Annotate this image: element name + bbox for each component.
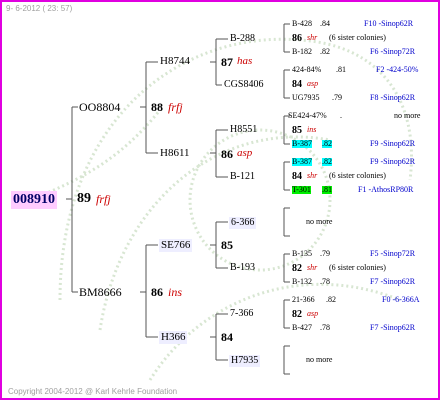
gen2-tag-0: has [237, 55, 253, 67]
gen4-src-4: no more [394, 111, 421, 120]
gen4-name-4[interactable]: SE424-47% [288, 112, 327, 120]
gen4-name-1[interactable]: B-182 [292, 48, 312, 56]
gen4-name-0[interactable]: B-428 [292, 20, 312, 28]
gen3-tag-6: asp [307, 309, 319, 318]
gen3-name-5[interactable]: B-193 [230, 263, 255, 273]
gen2-name-3[interactable]: H366 [159, 331, 188, 344]
gen2-num-0: 87 [221, 55, 233, 69]
gen2-tag-1: asp [237, 147, 253, 159]
date-stamp: 9- 6-2012 ( 23: 57) [6, 4, 73, 13]
gen4-src-6: F9 -Sinop62R [370, 157, 416, 166]
gen4-name-11[interactable]: 21-366 [292, 296, 315, 304]
gen4-src-1: F6 -Sinop72R [370, 47, 416, 56]
gen2-name-2[interactable]: SE766 [159, 239, 193, 252]
gen2-num-1: 86 [221, 147, 233, 161]
gen4-name-6[interactable]: B-387 [292, 158, 312, 166]
gen3-note-0: (6 sister colonies) [329, 33, 386, 42]
gen4-name-2[interactable]: 424-84% [292, 66, 321, 74]
gen4-val-6: .82 [322, 157, 332, 166]
root-name[interactable]: 008910 [11, 191, 57, 209]
gen4-val-3: .79 [332, 93, 342, 102]
gen3-name-7[interactable]: H7935 [229, 355, 261, 367]
gen4-src-9: F5 -Sinop72R [370, 249, 416, 258]
gen3-num-6: 82 [292, 309, 302, 320]
gen3-name-3[interactable]: B-121 [230, 172, 255, 182]
gen4-val-7: .81 [322, 185, 332, 194]
gen4-nomore-0: no more [306, 217, 333, 226]
gen4-val-4: . [340, 111, 342, 120]
gen3-name-4[interactable]: 6-366 [229, 217, 257, 229]
gen3-note-5: (6 sister colonies) [329, 263, 386, 272]
gen2-name-1[interactable]: H8611 [160, 148, 190, 159]
gen3-num-2: 85 [292, 125, 302, 136]
pedigree-lines [66, 23, 290, 375]
gen4-src-5: F9 -Sinop62R [370, 139, 416, 148]
gen1-name-1[interactable]: BM8666 [79, 286, 122, 298]
gen3-tag-2: ins [307, 125, 317, 134]
gen1-num-1: 86 [151, 285, 163, 299]
gen2-num-3: 84 [221, 330, 233, 344]
gen4-val-10: .78 [320, 277, 330, 286]
gen4-val-12: .78 [320, 323, 330, 332]
gen4-src-12: F7 -Sinop62R [370, 323, 416, 332]
gen1-num-0: 88 [151, 100, 163, 114]
gen3-note-3: (6 sister colonies) [329, 171, 386, 180]
copyright: Copyright 2004-2012 @ Karl Kehrle Founda… [8, 387, 178, 396]
gen1-tag-0: frfj [168, 100, 183, 114]
gen3-name-0[interactable]: B-288 [230, 34, 255, 44]
gen4-src-10: F7 -Sinop62R [370, 277, 416, 286]
gen4-src-11: F0 -6-366A [382, 295, 420, 304]
gen3-num-5: 82 [292, 263, 302, 274]
gen3-tag-3: shr [307, 171, 318, 180]
gen3-tag-5: shr [307, 263, 318, 272]
gen2-name-0[interactable]: H8744 [160, 56, 190, 67]
gen4-name-10[interactable]: B-132 [292, 278, 312, 286]
gen3-num-0: 86 [292, 33, 302, 44]
gen4-nomore-1: no more [306, 355, 333, 364]
gen4-name-9[interactable]: B-135 [292, 250, 312, 258]
gen4-val-5: .82 [322, 139, 332, 148]
gen3-name-2[interactable]: H8551 [230, 125, 257, 135]
gen4-val-2: .81 [336, 65, 346, 74]
gen4-src-3: F8 -Sinop62R [370, 93, 416, 102]
gen4-name-7[interactable]: T-301 [292, 186, 311, 194]
gen3-name-1[interactable]: CGS8406 [224, 80, 263, 90]
gen3-tag-1: asp [307, 79, 319, 88]
gen3-num-3: 84 [292, 171, 302, 182]
gen4-val-11: .82 [326, 295, 336, 304]
gen4-name-5[interactable]: B-387 [292, 140, 312, 148]
gen1-name-0[interactable]: OO8804 [79, 101, 120, 113]
gen4-val-0: .84 [320, 19, 330, 28]
gen4-val-1: .82 [320, 47, 330, 56]
gen2-num-2: 85 [221, 238, 233, 252]
gen4-val-9: .79 [320, 249, 330, 258]
gen3-tag-0: shr [307, 33, 318, 42]
gen3-name-6[interactable]: 7-366 [230, 309, 253, 319]
gen1-tag-1: ins [168, 285, 183, 299]
gen4-name-3[interactable]: UG7935 [292, 94, 320, 102]
gen4-src-0: F10 -Sinop62R [364, 19, 414, 28]
gen4-src-2: F2 -424-50% [376, 65, 419, 74]
root-num: 89 [77, 191, 91, 206]
gen3-num-1: 84 [292, 79, 302, 90]
gen4-src-7: F1 -AthosRP80R [358, 185, 414, 194]
root-tag: frfj [96, 192, 111, 206]
gen4-name-12[interactable]: B-427 [292, 324, 312, 332]
